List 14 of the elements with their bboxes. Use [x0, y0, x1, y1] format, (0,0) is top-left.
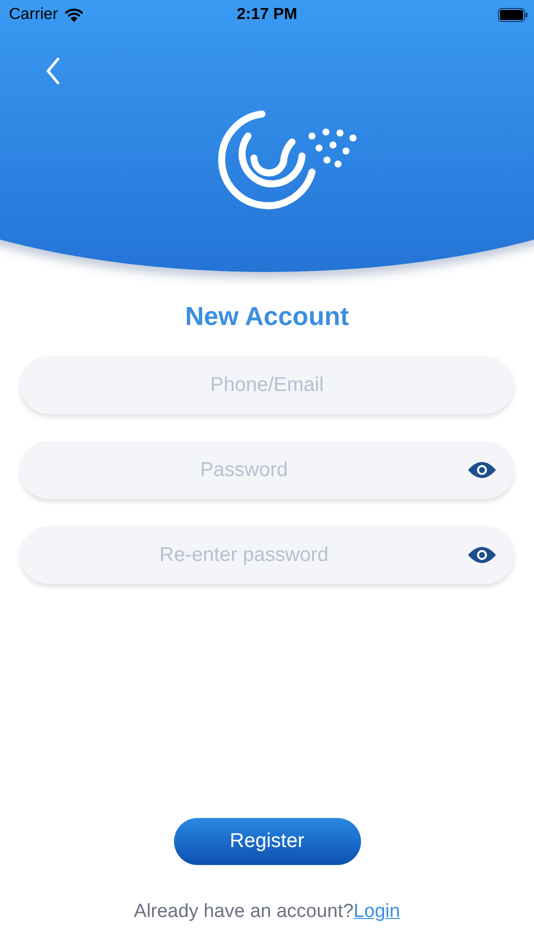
- carrier-label: Carrier: [9, 6, 58, 24]
- battery-icon: [498, 8, 528, 22]
- wifi-icon: [64, 8, 84, 22]
- page-title: New Account: [185, 301, 349, 332]
- status-time: 2:17 PM: [236, 6, 298, 24]
- input-field[interactable]: Phone/Email: [20, 356, 514, 414]
- input-field[interactable]: Password: [20, 441, 514, 499]
- eye-icon[interactable]: [467, 545, 497, 565]
- login-link[interactable]: Login: [354, 901, 400, 922]
- input-field[interactable]: Re-enter password: [20, 526, 514, 584]
- account-prompt: Already have an account?: [134, 901, 354, 922]
- eye-icon[interactable]: [467, 460, 497, 480]
- register-button[interactable]: Register: [174, 818, 360, 865]
- back-icon[interactable]: [45, 57, 61, 85]
